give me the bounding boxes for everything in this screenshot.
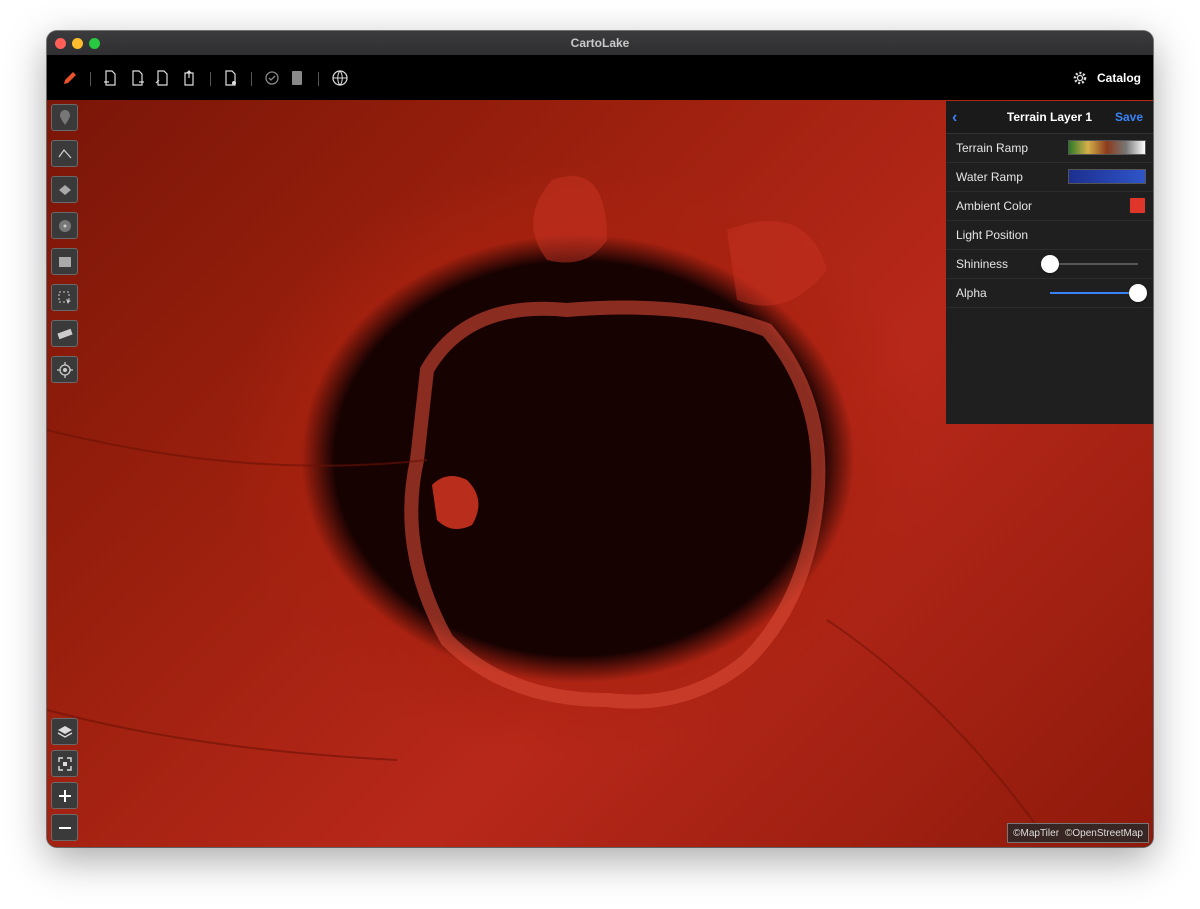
polygon-tool-icon	[58, 184, 71, 195]
zoom-out-icon	[58, 826, 71, 829]
export-icon[interactable]	[130, 69, 146, 87]
share-icon[interactable]	[181, 69, 197, 87]
light-position-label: Light Position	[956, 228, 1029, 242]
validate-icon[interactable]	[263, 69, 281, 87]
terrain-ramp-row: Terrain Ramp	[946, 134, 1153, 163]
ambient-color-label: Ambient Color	[956, 199, 1033, 213]
alpha-slider-knob[interactable]	[1129, 284, 1147, 302]
line-tool-icon	[57, 148, 71, 158]
globe-pin-icon[interactable]	[330, 69, 350, 87]
catalog-button[interactable]: Catalog	[1072, 69, 1141, 87]
light-position-row[interactable]: Light Position	[946, 221, 1153, 250]
title-bar: CartoLake	[47, 31, 1153, 56]
ambient-color-row: Ambient Color	[946, 192, 1153, 221]
measure-tool-button[interactable]	[51, 320, 78, 347]
select-tool-button[interactable]	[51, 284, 78, 311]
water-ramp-row: Water Ramp	[946, 163, 1153, 192]
window-title: CartoLake	[570, 36, 630, 50]
circle-tool-icon	[58, 219, 71, 232]
point-tool-icon	[59, 109, 70, 125]
ambient-color-swatch[interactable]	[1129, 197, 1146, 214]
zoom-in-icon	[58, 789, 71, 802]
locate-icon	[56, 361, 73, 378]
shininess-slider-knob[interactable]	[1041, 255, 1059, 273]
alpha-label: Alpha	[956, 286, 987, 300]
layers-icon	[57, 725, 72, 738]
water-ramp-label: Water Ramp	[956, 170, 1023, 184]
save-button[interactable]: Save	[1115, 110, 1143, 124]
layer-style-panel: ‹ Terrain Layer 1 Save Terrain Ramp Wate…	[946, 101, 1153, 424]
toolbar-separator	[90, 72, 91, 86]
document-icon[interactable]	[223, 69, 239, 87]
layers-button[interactable]	[51, 718, 78, 745]
polygon-tool-button[interactable]	[51, 176, 78, 203]
shininess-label: Shininess	[956, 257, 1009, 271]
gear-icon	[1073, 71, 1087, 85]
circle-tool-button[interactable]	[51, 212, 78, 239]
zoom-in-button[interactable]	[51, 782, 78, 809]
line-tool-button[interactable]	[51, 140, 78, 167]
panel-header: ‹ Terrain Layer 1 Save	[946, 101, 1153, 134]
terrain-ramp-swatch[interactable]	[1068, 140, 1146, 155]
import-icon[interactable]	[102, 69, 118, 87]
shininess-slider[interactable]	[1041, 255, 1138, 273]
toolbar: Catalog	[47, 55, 1153, 100]
catalog-label: Catalog	[1096, 71, 1141, 85]
alpha-slider-fill	[1050, 292, 1138, 294]
zoom-out-button[interactable]	[51, 814, 78, 841]
alpha-slider[interactable]	[1050, 284, 1147, 302]
water-ramp-swatch[interactable]	[1068, 169, 1146, 184]
toolbar-separator	[210, 72, 211, 86]
measure-tool-icon	[56, 328, 73, 339]
toolbar-separator	[318, 72, 319, 86]
fit-bounds-icon	[57, 756, 72, 771]
export-image-icon[interactable]	[154, 69, 170, 87]
toolbar-separator	[251, 72, 252, 86]
pencil-icon[interactable]	[61, 69, 79, 87]
map-attribution: ©MapTiler ©OpenStreetMap	[1007, 823, 1149, 843]
fit-bounds-button[interactable]	[51, 750, 78, 777]
delete-icon[interactable]	[289, 69, 305, 87]
locate-button[interactable]	[51, 356, 78, 383]
terrain-ramp-label: Terrain Ramp	[956, 141, 1029, 155]
rectangle-tool-icon	[58, 256, 71, 267]
osm-attribution-link[interactable]: ©OpenStreetMap	[1065, 828, 1143, 839]
shininess-row: Shininess	[946, 250, 1153, 279]
drawing-tools	[51, 104, 78, 392]
point-tool-button[interactable]	[51, 104, 78, 131]
alpha-row: Alpha	[946, 279, 1153, 308]
select-tool-icon	[58, 291, 71, 304]
app-window: CartoLake Catalog ©MapTiler ©OpenStreetM…	[47, 31, 1153, 847]
rectangle-tool-button[interactable]	[51, 248, 78, 275]
map-controls	[51, 718, 78, 847]
maptiler-attribution-link[interactable]: ©MapTiler	[1013, 828, 1059, 839]
